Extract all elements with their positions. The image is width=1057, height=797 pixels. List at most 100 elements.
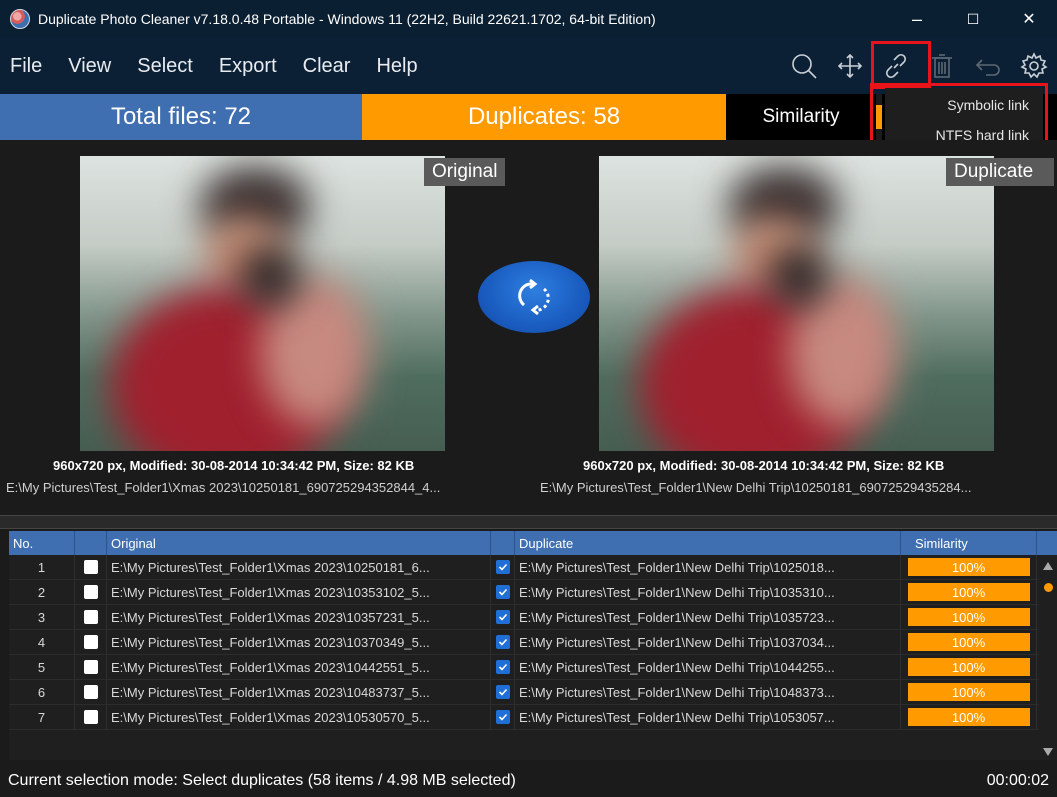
similarity-bar: 100% bbox=[907, 658, 1030, 676]
similarity-bar: 100% bbox=[907, 633, 1030, 651]
check-icon bbox=[498, 563, 507, 571]
row-number: 1 bbox=[9, 555, 75, 579]
similarity-bar: 100% bbox=[907, 608, 1030, 626]
toolbar bbox=[781, 38, 1057, 94]
duplicate-checkbox[interactable] bbox=[495, 585, 510, 599]
original-checkbox[interactable] bbox=[83, 685, 98, 699]
similarity-label: Similarity bbox=[726, 94, 876, 140]
original-path-cell: E:\My Pictures\Test_Folder1\Xmas 2023\10… bbox=[107, 680, 491, 704]
settings-button[interactable] bbox=[1011, 38, 1057, 94]
title-bar: Duplicate Photo Cleaner v7.18.0.48 Porta… bbox=[0, 0, 1057, 38]
selection-mode-text: Current selection mode: Select duplicate… bbox=[8, 771, 516, 789]
total-files-label: Total files: 72 bbox=[0, 94, 362, 140]
duplicate-checkbox[interactable] bbox=[495, 560, 510, 574]
table-row[interactable]: 2 E:\My Pictures\Test_Folder1\Xmas 2023\1… bbox=[9, 580, 1057, 605]
splitter[interactable] bbox=[0, 515, 1057, 529]
original-path-cell: E:\My Pictures\Test_Folder1\Xmas 2023\10… bbox=[107, 580, 491, 604]
duplicate-info: 960x720 px, Modified: 30-08-2014 10:34:4… bbox=[583, 458, 945, 473]
duplicate-checkbox[interactable] bbox=[495, 610, 510, 624]
similarity-bar: 100% bbox=[907, 708, 1030, 726]
row-number: 3 bbox=[9, 605, 75, 629]
original-checkbox[interactable] bbox=[83, 560, 98, 574]
duplicate-checkbox[interactable] bbox=[495, 710, 510, 724]
app-logo-icon bbox=[10, 9, 30, 29]
table-row[interactable]: 5 E:\My Pictures\Test_Folder1\Xmas 2023\1… bbox=[9, 655, 1057, 680]
close-button[interactable]: ✕ bbox=[1001, 0, 1057, 38]
original-path-cell: E:\My Pictures\Test_Folder1\Xmas 2023\10… bbox=[107, 705, 491, 729]
table-row[interactable]: 6 E:\My Pictures\Test_Folder1\Xmas 2023\1… bbox=[9, 680, 1057, 705]
elapsed-timer: 00:00:02 bbox=[986, 771, 1049, 789]
window-title: Duplicate Photo Cleaner v7.18.0.48 Porta… bbox=[38, 11, 656, 27]
table-row[interactable]: 7 E:\My Pictures\Test_Folder1\Xmas 2023\1… bbox=[9, 705, 1057, 730]
preview-area: Original Duplicate 960x720 px, Modified:… bbox=[0, 140, 1057, 515]
original-checkbox[interactable] bbox=[83, 635, 98, 649]
undo-icon bbox=[975, 59, 1000, 76]
duplicate-path-cell: E:\My Pictures\Test_Folder1\New Delhi Tr… bbox=[515, 655, 901, 679]
original-path: E:\My Pictures\Test_Folder1\Xmas 2023\10… bbox=[6, 480, 441, 495]
swap-button[interactable] bbox=[478, 261, 590, 333]
scroll-up-icon[interactable] bbox=[1039, 559, 1057, 573]
original-path-cell: E:\My Pictures\Test_Folder1\Xmas 2023\10… bbox=[107, 605, 491, 629]
check-icon bbox=[498, 663, 507, 671]
original-path-cell: E:\My Pictures\Test_Folder1\Xmas 2023\10… bbox=[107, 655, 491, 679]
duplicate-path-cell: E:\My Pictures\Test_Folder1\New Delhi Tr… bbox=[515, 630, 901, 654]
check-icon bbox=[498, 613, 507, 621]
duplicate-checkbox[interactable] bbox=[495, 635, 510, 649]
original-photo[interactable] bbox=[80, 156, 445, 451]
check-icon bbox=[498, 713, 507, 721]
undo-button[interactable] bbox=[965, 38, 1011, 94]
original-checkbox[interactable] bbox=[83, 660, 98, 674]
maximize-button[interactable]: ☐ bbox=[945, 0, 1001, 38]
row-number: 6 bbox=[9, 680, 75, 704]
menu-select[interactable]: Select bbox=[137, 55, 193, 78]
menu-clear[interactable]: Clear bbox=[303, 55, 351, 78]
row-number: 7 bbox=[9, 705, 75, 729]
minimize-button[interactable]: – bbox=[889, 0, 945, 38]
column-header-similarity[interactable]: Similarity bbox=[901, 531, 1037, 555]
swap-icon bbox=[518, 278, 550, 316]
original-checkbox[interactable] bbox=[83, 610, 98, 624]
menu-export[interactable]: Export bbox=[219, 55, 277, 78]
move-icon bbox=[837, 53, 863, 79]
menu-item-symbolic-link[interactable]: Symbolic link bbox=[885, 92, 1043, 118]
column-header-no[interactable]: No. bbox=[9, 531, 75, 555]
table-row[interactable]: 3 E:\My Pictures\Test_Folder1\Xmas 2023\1… bbox=[9, 605, 1057, 630]
original-checkbox[interactable] bbox=[83, 585, 98, 599]
table-row[interactable]: 4 E:\My Pictures\Test_Folder1\Xmas 2023\1… bbox=[9, 630, 1057, 655]
menu-file[interactable]: File bbox=[10, 55, 42, 78]
similarity-bar: 100% bbox=[907, 558, 1030, 576]
duplicate-path-cell: E:\My Pictures\Test_Folder1\New Delhi Tr… bbox=[515, 705, 901, 729]
column-header-duplicate[interactable]: Duplicate bbox=[515, 531, 901, 555]
duplicate-path-cell: E:\My Pictures\Test_Folder1\New Delhi Tr… bbox=[515, 680, 901, 704]
original-checkbox[interactable] bbox=[83, 710, 98, 724]
settings-icon bbox=[1020, 52, 1048, 79]
scroll-thumb[interactable] bbox=[1044, 583, 1053, 592]
search-icon bbox=[792, 54, 817, 79]
similarity-bar: 100% bbox=[907, 683, 1030, 701]
trash-icon bbox=[932, 54, 952, 78]
duplicate-path-cell: E:\My Pictures\Test_Folder1\New Delhi Tr… bbox=[515, 580, 901, 604]
scroll-down-icon[interactable] bbox=[1039, 745, 1057, 759]
row-number: 2 bbox=[9, 580, 75, 604]
link-button[interactable] bbox=[873, 38, 919, 94]
table-row[interactable]: 1 E:\My Pictures\Test_Folder1\Xmas 2023\1… bbox=[9, 555, 1057, 580]
move-button[interactable] bbox=[827, 38, 873, 94]
link-icon bbox=[885, 53, 907, 79]
duplicate-photo[interactable] bbox=[599, 156, 994, 451]
results-table: No. Original Duplicate Similarity 1 E:\My… bbox=[9, 531, 1057, 760]
original-info: 960x720 px, Modified: 30-08-2014 10:34:4… bbox=[53, 458, 415, 473]
table-scrollbar[interactable] bbox=[1039, 555, 1057, 760]
table-header: No. Original Duplicate Similarity bbox=[9, 531, 1057, 555]
original-tag: Original bbox=[424, 158, 506, 186]
menu-view[interactable]: View bbox=[68, 55, 111, 78]
duplicate-checkbox[interactable] bbox=[495, 660, 510, 674]
duplicate-path-cell: E:\My Pictures\Test_Folder1\New Delhi Tr… bbox=[515, 555, 901, 579]
column-header-original[interactable]: Original bbox=[107, 531, 491, 555]
duplicate-checkbox[interactable] bbox=[495, 685, 510, 699]
menu-help[interactable]: Help bbox=[376, 55, 417, 78]
duplicate-path: E:\My Pictures\Test_Folder1\New Delhi Tr… bbox=[540, 480, 972, 495]
delete-button[interactable] bbox=[919, 38, 965, 94]
check-icon bbox=[498, 588, 507, 596]
original-path-cell: E:\My Pictures\Test_Folder1\Xmas 2023\10… bbox=[107, 630, 491, 654]
search-button[interactable] bbox=[781, 38, 827, 94]
